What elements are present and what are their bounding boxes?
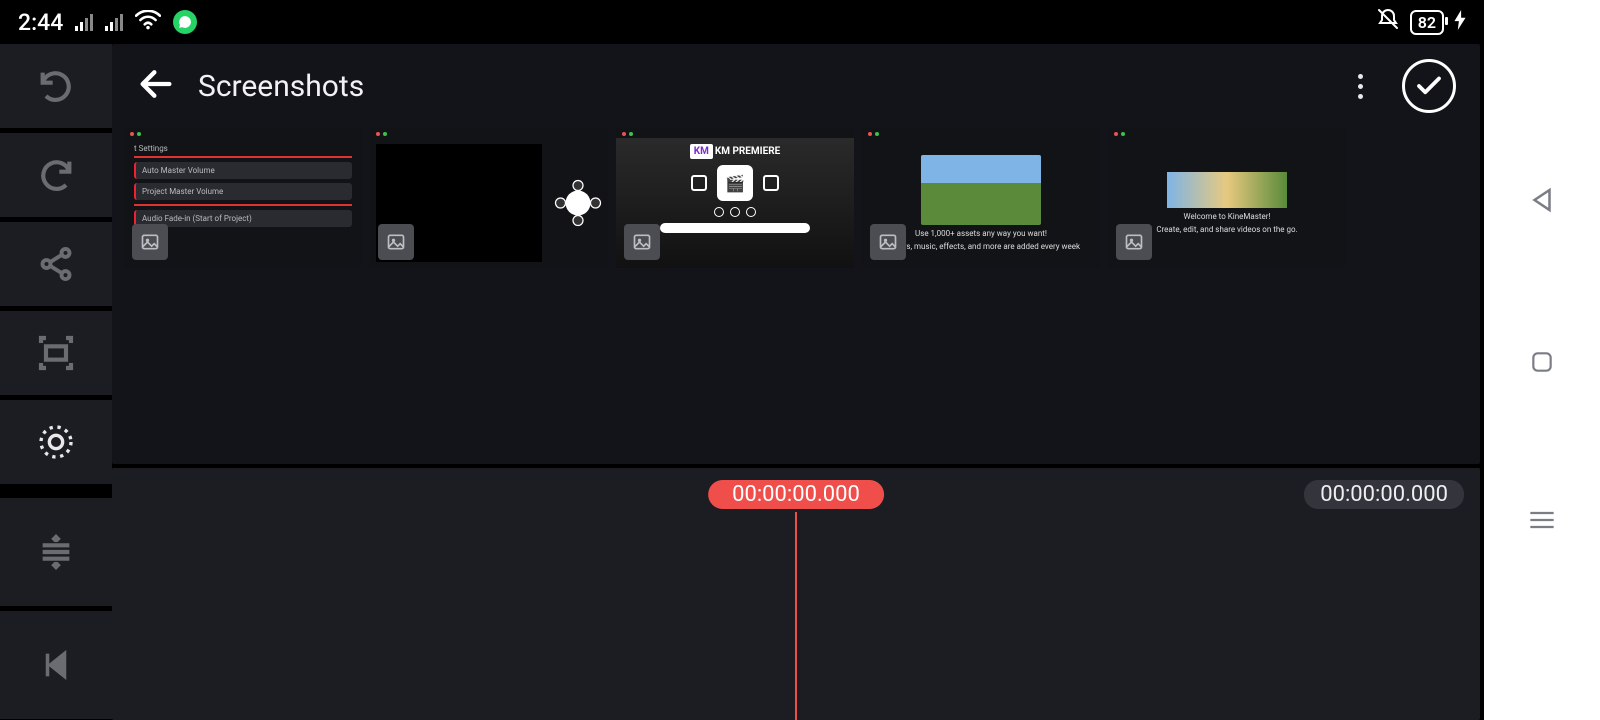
more-menu-button[interactable] — [1340, 66, 1380, 106]
nav-home-button[interactable] — [1529, 349, 1555, 379]
thumbnail-item[interactable]: t SettingsAuto Master VolumeProject Mast… — [124, 128, 362, 268]
thumbnail-item[interactable] — [370, 128, 608, 268]
settings-button[interactable] — [0, 400, 112, 484]
thumbnail-title: Welcome to KineMaster! — [1184, 212, 1271, 221]
nav-recents-button[interactable] — [1528, 509, 1556, 535]
thumbnail-subtitle: Stickers, music, effects, and more are a… — [882, 242, 1080, 251]
system-nav-bar — [1484, 0, 1600, 720]
image-type-icon — [132, 224, 168, 260]
thumbnail-grid: t SettingsAuto Master VolumeProject Mast… — [112, 128, 1480, 268]
image-type-icon — [870, 224, 906, 260]
confirm-button[interactable] — [1402, 59, 1456, 113]
playhead-line — [795, 512, 797, 720]
thumbnail-item[interactable]: Welcome to KineMaster! Create, edit, and … — [1108, 128, 1346, 268]
media-browser-panel: Screenshots t SettingsAuto Master Volume… — [112, 44, 1480, 464]
battery-icon: 82 — [1410, 10, 1444, 35]
thumbnail-title: KM PREMIERE — [715, 146, 780, 157]
share-button[interactable] — [0, 222, 112, 306]
timeline-collapse-button[interactable] — [0, 498, 112, 606]
app-frame: 2:44 82 — [0, 0, 1484, 720]
signal-1-icon — [75, 13, 93, 31]
total-duration: 00:00:00.000 — [1304, 480, 1464, 509]
thumbnail-title: Use 1,000+ assets any way you want! — [915, 229, 1047, 238]
image-type-icon — [378, 224, 414, 260]
skip-start-button[interactable] — [0, 611, 112, 719]
folder-title: Screenshots — [198, 69, 364, 104]
tool-sidebar — [0, 44, 112, 720]
playhead-time: 00:00:00.000 — [708, 480, 884, 509]
whatsapp-icon — [173, 10, 197, 34]
thumbnail-item[interactable]: Use 1,000+ assets any way you want! Stick… — [862, 128, 1100, 268]
image-type-icon — [1116, 224, 1152, 260]
image-type-icon — [624, 224, 660, 260]
signal-2-icon — [105, 13, 123, 31]
battery-level: 82 — [1418, 13, 1436, 32]
back-button[interactable] — [136, 64, 176, 108]
nav-back-button[interactable] — [1527, 185, 1557, 219]
mute-icon — [1376, 7, 1400, 37]
fullscreen-button[interactable] — [0, 311, 112, 395]
clock: 2:44 — [18, 9, 63, 36]
timeline-panel[interactable]: 00:00:00.000 00:00:00.000 — [112, 468, 1480, 720]
charging-icon — [1454, 9, 1466, 36]
undo-button[interactable] — [0, 44, 112, 128]
wifi-icon — [135, 9, 161, 36]
status-bar: 2:44 82 — [0, 0, 1484, 44]
thumbnail-item[interactable]: KMKM PREMIERE🎬 — [616, 128, 854, 268]
thumbnail-subtitle: Create, edit, and share videos on the go… — [1156, 225, 1297, 234]
redo-button[interactable] — [0, 133, 112, 217]
